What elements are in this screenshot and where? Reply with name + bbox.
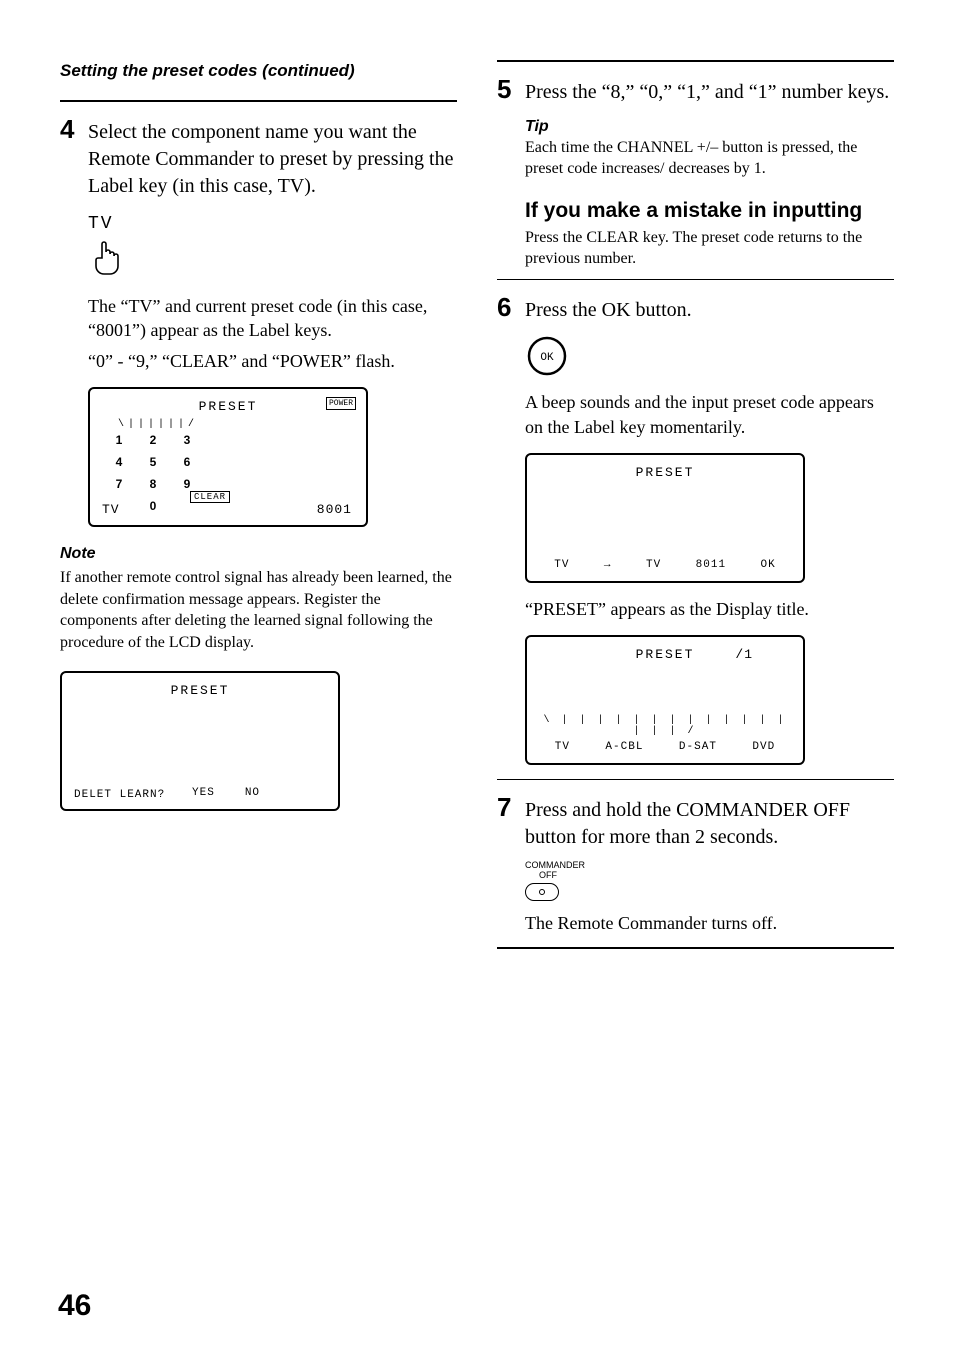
svg-text:OK: OK (540, 352, 554, 364)
clear-key: CLEAR (190, 491, 230, 503)
step7-after: The Remote Commander turns off. (525, 911, 894, 935)
step-4: 4 Select the component name you want the… (60, 116, 457, 200)
lcd-page: /1 (735, 647, 753, 662)
lcd-title: PRESET (199, 399, 258, 414)
lcd-bottom-left: TV (102, 502, 120, 517)
tip-text: Each time the CHANNEL +/– button is pres… (525, 138, 894, 180)
divider (497, 279, 894, 280)
lcd-delete-learn: PRESET DELET LEARN? YES NO (60, 671, 340, 811)
lcd-preset-result: PRESET TV → TV 8011 OK (525, 453, 805, 583)
step-number: 4 (60, 116, 80, 142)
step-text: Press the “8,” “0,” “1,” and “1” number … (525, 79, 894, 106)
section-title: Setting the preset codes (continued) (60, 60, 457, 82)
hand-press-icon (88, 238, 457, 278)
yes-option: YES (192, 787, 215, 799)
note-text: If another remote control signal has alr… (60, 567, 457, 653)
lcd-bottom-right: 8001 (317, 502, 352, 517)
right-column: 5 Press the “8,” “0,” “1,” and “1” numbe… (497, 60, 894, 963)
lcd-title: PRESET (171, 683, 230, 698)
step-number: 7 (497, 794, 517, 820)
off-button-shape (525, 883, 559, 901)
power-icon: POWER (326, 397, 356, 410)
divider (497, 60, 894, 62)
divider (60, 100, 457, 102)
divider (497, 779, 894, 780)
note-heading: Note (60, 545, 457, 563)
step-number: 6 (497, 294, 517, 320)
lcd-title: PRESET (636, 465, 695, 480)
divider (497, 947, 894, 949)
lcd-title: PRESET (636, 647, 695, 662)
lcd-preset-devices: PRESET /1 \ | | | | | | | | | | | | | | … (525, 635, 805, 765)
page-number: 46 (58, 1289, 91, 1323)
preset-appears-text: “PRESET” appears as the Display title. (525, 597, 894, 621)
no-option: NO (245, 787, 260, 799)
keypad-digits: 1 2 3 4 5 6 7 8 9 0 (106, 433, 200, 519)
commander-label-1: COMMANDER (525, 861, 894, 871)
mistake-text: Press the CLEAR key. The preset code ret… (525, 228, 894, 270)
ok-button-icon: OK (525, 334, 894, 378)
step-text: Select the component name you want the R… (88, 119, 457, 200)
step-7: 7 Press and hold the COMMANDER OFF butto… (497, 794, 894, 851)
step-6: 6 Press the OK button. (497, 294, 894, 324)
step6-after: A beep sounds and the input preset code … (525, 390, 894, 439)
lcd-preset-keypad: PRESET POWER \ | | | | | | / 1 2 3 4 5 6… (88, 387, 368, 527)
tv-label: TV (88, 214, 457, 234)
lcd-bottom-row: TV → TV 8011 OK (527, 559, 803, 571)
tip-heading: Tip (525, 118, 894, 136)
step-text: Press and hold the COMMANDER OFF button … (525, 797, 894, 851)
tv-press-illustration: TV (88, 214, 457, 278)
commander-label-2: OFF (525, 871, 894, 881)
step-after-text-2: “0” - “9,” “CLEAR” and “POWER” flash. (88, 349, 457, 373)
step-number: 5 (497, 76, 517, 102)
step-after-text-1: The “TV” and current preset code (in thi… (88, 294, 457, 343)
left-column: Setting the preset codes (continued) 4 S… (60, 60, 457, 963)
step-text: Press the OK button. (525, 297, 894, 324)
yes-no-row: YES NO (192, 787, 260, 799)
mistake-heading: If you make a mistake in inputting (525, 198, 894, 224)
step-5: 5 Press the “8,” “0,” “1,” and “1” numbe… (497, 76, 894, 106)
commander-off-icon: COMMANDER OFF (525, 861, 894, 901)
lcd-prompt: DELET LEARN? (74, 789, 165, 801)
lcd-device-row: TV A-CBL D-SAT DVD (527, 741, 803, 753)
